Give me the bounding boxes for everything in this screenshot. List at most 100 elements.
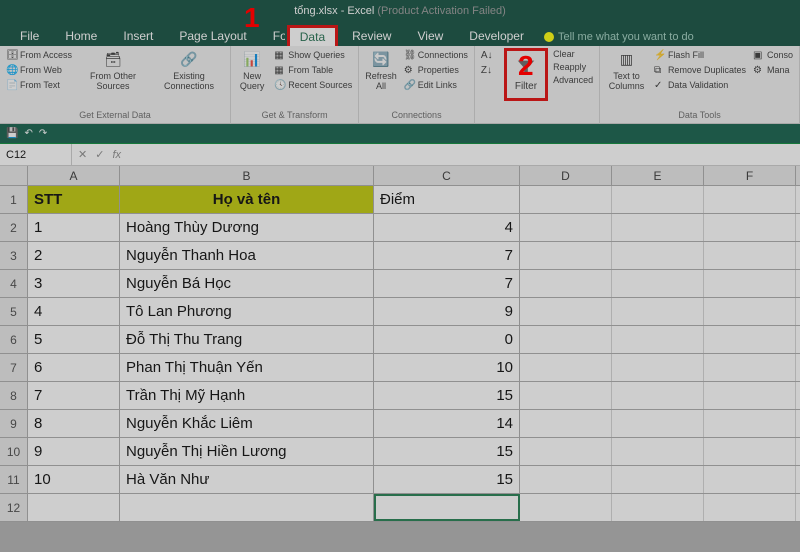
cell[interactable] <box>520 298 612 325</box>
row-header[interactable]: 5 <box>0 298 28 325</box>
cell[interactable] <box>612 186 704 213</box>
row-header[interactable]: 2 <box>0 214 28 241</box>
cell[interactable] <box>612 242 704 269</box>
cell[interactable] <box>520 270 612 297</box>
from-table-button[interactable]: ▦From Table <box>272 63 354 77</box>
cell[interactable] <box>704 438 796 465</box>
cell[interactable] <box>28 494 120 521</box>
cell[interactable] <box>704 214 796 241</box>
cell[interactable]: Tô Lan Phương <box>120 298 374 325</box>
col-header-b[interactable]: B <box>120 166 374 185</box>
edit-links-button[interactable]: 🔗Edit Links <box>402 78 470 92</box>
cell[interactable]: 6 <box>28 354 120 381</box>
remove-duplicates-button[interactable]: ⧉Remove Duplicates <box>652 63 748 77</box>
text-to-columns-button[interactable]: ▥Text to Columns <box>604 48 649 94</box>
sort-asc-button[interactable]: A↓ <box>479 48 495 62</box>
flash-fill-button[interactable]: ⚡Flash Fill <box>652 48 748 62</box>
from-access-button[interactable]: 🗄From Access <box>4 48 74 62</box>
clear-filter-button[interactable]: Clear <box>551 48 595 60</box>
cell[interactable] <box>704 298 796 325</box>
cell[interactable] <box>520 410 612 437</box>
cell[interactable]: 4 <box>28 298 120 325</box>
cell[interactable] <box>612 354 704 381</box>
cell[interactable] <box>704 326 796 353</box>
cell[interactable] <box>120 494 374 521</box>
cell[interactable] <box>520 466 612 493</box>
col-header-d[interactable]: D <box>520 166 612 185</box>
from-text-button[interactable]: 📄From Text <box>4 78 74 92</box>
data-validation-button[interactable]: ✓Data Validation <box>652 78 748 92</box>
tab-formulas[interactable]: Formulas <box>261 26 285 46</box>
show-queries-button[interactable]: ▦Show Queries <box>272 48 354 62</box>
recent-sources-button[interactable]: 🕓Recent Sources <box>272 78 354 92</box>
fx-icon[interactable]: fx <box>112 149 121 161</box>
cell[interactable]: STT <box>28 186 120 213</box>
cell[interactable] <box>612 270 704 297</box>
cell[interactable]: 15 <box>374 382 520 409</box>
consolidate-button[interactable]: ▣Conso <box>751 48 795 62</box>
cell[interactable] <box>520 326 612 353</box>
cell[interactable] <box>520 382 612 409</box>
cancel-icon[interactable]: ✕ <box>78 148 87 161</box>
cell[interactable] <box>612 214 704 241</box>
cell[interactable]: Hoàng Thùy Dương <box>120 214 374 241</box>
cell[interactable] <box>704 466 796 493</box>
name-box[interactable]: C12 <box>0 144 72 165</box>
cell[interactable]: 15 <box>374 466 520 493</box>
enter-icon[interactable]: ✓ <box>95 148 104 161</box>
col-header-c[interactable]: C <box>374 166 520 185</box>
cell[interactable]: Trần Thị Mỹ Hạnh <box>120 382 374 409</box>
cell[interactable]: 5 <box>28 326 120 353</box>
cell[interactable]: 7 <box>28 382 120 409</box>
cell[interactable]: 9 <box>374 298 520 325</box>
redo-icon[interactable]: ↷ <box>39 128 47 139</box>
tab-insert[interactable]: Insert <box>111 26 165 46</box>
reapply-button[interactable]: Reapply <box>551 61 595 73</box>
sort-desc-button[interactable]: Z↓ <box>479 63 495 77</box>
advanced-button[interactable]: Advanced <box>551 74 595 86</box>
cell[interactable] <box>612 438 704 465</box>
row-header[interactable]: 10 <box>0 438 28 465</box>
cell[interactable]: 1 <box>28 214 120 241</box>
from-other-sources-button[interactable]: 🗃From Other Sources <box>77 48 149 94</box>
existing-connections-button[interactable]: 🔗Existing Connections <box>152 48 226 94</box>
cell[interactable] <box>520 214 612 241</box>
formula-bar[interactable]: ✕ ✓ fx <box>72 148 127 161</box>
row-header[interactable]: 4 <box>0 270 28 297</box>
cell[interactable] <box>520 438 612 465</box>
col-header-e[interactable]: E <box>612 166 704 185</box>
cell[interactable]: 9 <box>28 438 120 465</box>
cell[interactable]: 2 <box>28 242 120 269</box>
properties-button[interactable]: ⚙Properties <box>402 63 470 77</box>
connections-button[interactable]: ⛓Connections <box>402 48 470 62</box>
cell[interactable]: Nguyễn Bá Học <box>120 270 374 297</box>
tab-developer[interactable]: Developer <box>457 26 536 46</box>
tab-file[interactable]: File <box>8 26 51 46</box>
row-header[interactable]: 7 <box>0 354 28 381</box>
tab-review[interactable]: Review <box>340 26 403 46</box>
manage-button[interactable]: ⚙Mana <box>751 63 795 77</box>
cell[interactable]: Nguyễn Thị Hiền Lương <box>120 438 374 465</box>
refresh-all-button[interactable]: 🔄Refresh All <box>363 48 399 94</box>
cell[interactable]: 7 <box>374 270 520 297</box>
cell[interactable] <box>704 382 796 409</box>
cell[interactable]: Điểm <box>374 186 520 213</box>
cell[interactable] <box>612 494 704 521</box>
cell[interactable] <box>612 382 704 409</box>
cell[interactable] <box>704 242 796 269</box>
cell[interactable]: 10 <box>374 354 520 381</box>
cell[interactable]: Nguyễn Khắc Liêm <box>120 410 374 437</box>
tab-data[interactable]: Data <box>287 25 338 46</box>
from-web-button[interactable]: 🌐From Web <box>4 63 74 77</box>
tell-me-box[interactable]: Tell me what you want to do <box>538 28 700 46</box>
col-header-a[interactable]: A <box>28 166 120 185</box>
row-header[interactable]: 1 <box>0 186 28 213</box>
cell[interactable] <box>612 410 704 437</box>
row-header[interactable]: 3 <box>0 242 28 269</box>
cell[interactable] <box>520 186 612 213</box>
cell[interactable] <box>612 326 704 353</box>
cell[interactable]: Đỗ Thị Thu Trang <box>120 326 374 353</box>
cell[interactable] <box>612 298 704 325</box>
cell[interactable]: 15 <box>374 438 520 465</box>
save-icon[interactable]: 💾 <box>6 128 18 139</box>
